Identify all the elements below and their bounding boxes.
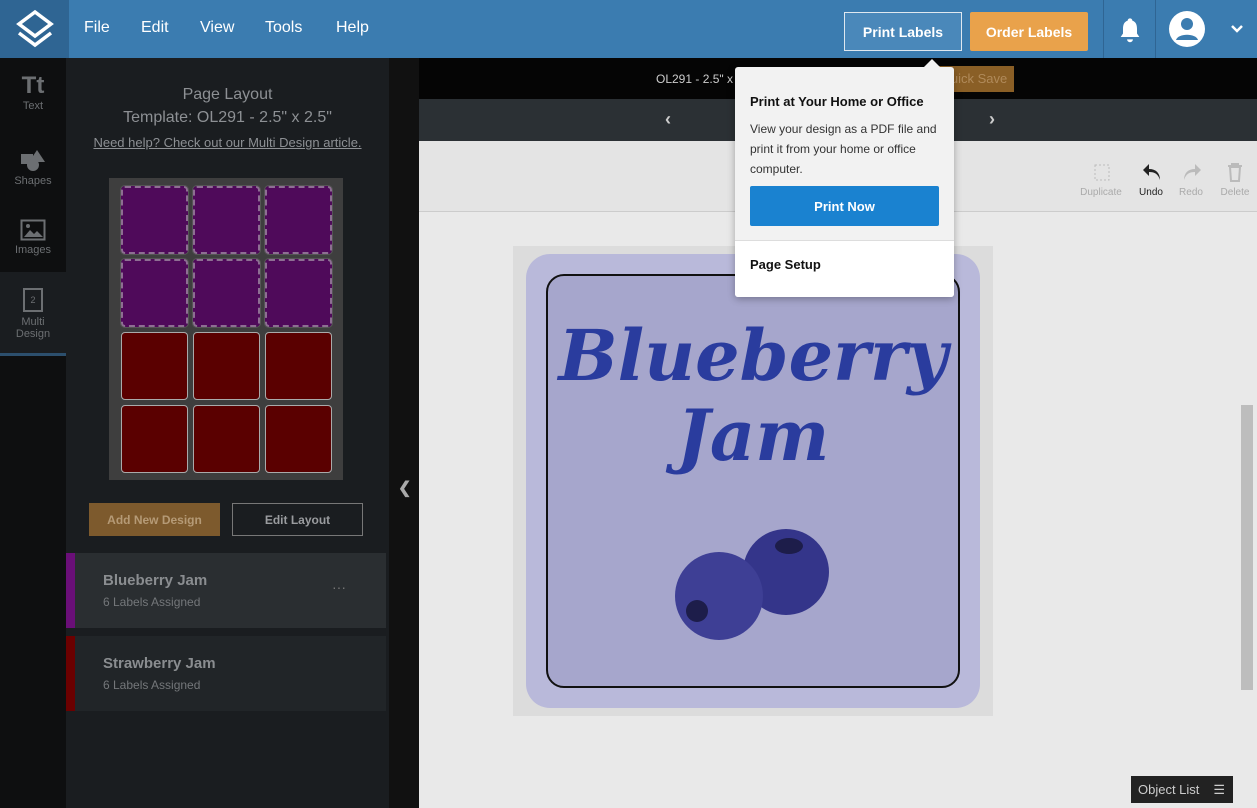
chevron-down-icon[interactable]: [1230, 24, 1244, 34]
label-slot[interactable]: [193, 332, 260, 400]
top-bar: File Edit View Tools Help Print Labels O…: [0, 0, 1257, 58]
page-setup-item[interactable]: Page Setup: [735, 240, 954, 297]
label-slot[interactable]: [192, 185, 261, 255]
print-labels-button[interactable]: Print Labels: [844, 12, 962, 51]
print-now-button[interactable]: Print Now: [750, 186, 939, 226]
bell-icon[interactable]: [1116, 16, 1144, 44]
divider: [1155, 0, 1156, 58]
redo-label: Redo: [1179, 187, 1203, 198]
popup-title: Print at Your Home or Office: [750, 94, 924, 109]
label-slot[interactable]: [120, 258, 189, 328]
page-setup-label: Page Setup: [750, 257, 821, 272]
help-link[interactable]: Need help? Check out our Multi Design ar…: [66, 135, 389, 150]
layers-icon: ☰: [1213, 782, 1225, 797]
rail-label: Shapes: [14, 175, 52, 187]
label-canvas: Blueberry Jam: [513, 246, 993, 716]
object-list-label: Object List: [1138, 782, 1200, 797]
label-slot[interactable]: [193, 405, 260, 473]
vertical-scrollbar[interactable]: [1241, 405, 1253, 690]
template-info: OL291 - 2.5" x: [656, 72, 733, 86]
undo-icon[interactable]: [1141, 162, 1163, 182]
popup-description: View your design as a PDF file and print…: [750, 122, 937, 176]
text-icon: Tt: [21, 72, 45, 99]
label-slot[interactable]: [121, 332, 188, 400]
multi-design-icon: 2: [23, 288, 43, 312]
design-assigned: 6 Labels Assigned: [103, 678, 201, 692]
rail-item-images[interactable]: Images: [0, 219, 66, 256]
print-popup: Print at Your Home or Office View your d…: [735, 59, 954, 297]
divider: [1103, 0, 1104, 58]
next-page-icon[interactable]: ›: [989, 109, 995, 130]
rail-label: Images: [14, 244, 52, 256]
duplicate-label: Duplicate: [1080, 187, 1122, 198]
collapse-panel-icon[interactable]: ❮: [398, 478, 411, 498]
menu-help[interactable]: Help: [336, 19, 369, 37]
design-name: Blueberry Jam: [103, 572, 208, 589]
design-item-blueberry[interactable]: Blueberry Jam 6 Labels Assigned ···: [66, 553, 386, 628]
template-name: Template: OL291 - 2.5" x 2.5": [123, 109, 332, 126]
menu-view[interactable]: View: [200, 19, 234, 37]
menu-edit[interactable]: Edit: [141, 19, 169, 37]
delete-label: Delete: [1220, 187, 1250, 198]
add-new-design-button[interactable]: Add New Design: [89, 503, 220, 536]
design-name: Strawberry Jam: [103, 655, 216, 672]
duplicate-icon[interactable]: [1092, 162, 1112, 182]
rail-item-shapes[interactable]: Shapes: [0, 148, 66, 187]
rail-label: Multi Design: [15, 316, 51, 340]
prev-page-icon[interactable]: ‹: [665, 109, 671, 130]
label-slot[interactable]: [265, 332, 332, 400]
label-slot[interactable]: [192, 258, 261, 328]
shapes-icon: [21, 150, 45, 171]
design-assigned: 6 Labels Assigned: [103, 595, 201, 609]
page-layout-grid: [109, 178, 343, 480]
edit-layout-button[interactable]: Edit Layout: [232, 503, 363, 536]
menu-tools[interactable]: Tools: [265, 19, 302, 37]
label-background[interactable]: Blueberry Jam: [526, 254, 980, 708]
rail-label: Text: [22, 100, 44, 112]
redo-icon[interactable]: [1181, 162, 1203, 182]
label-slot[interactable]: [120, 185, 189, 255]
image-icon: [20, 219, 46, 241]
object-list-button[interactable]: Object List ☰: [1131, 776, 1233, 803]
blueberry-image[interactable]: [671, 524, 841, 644]
label-slot[interactable]: [121, 405, 188, 473]
rail-item-text[interactable]: Tt Text: [0, 72, 66, 112]
avatar[interactable]: [1168, 10, 1206, 48]
rail-item-multi-design[interactable]: 2 Multi Design: [0, 272, 66, 356]
label-slot[interactable]: [265, 405, 332, 473]
logo-icon: [15, 9, 54, 48]
order-labels-button[interactable]: Order Labels: [970, 12, 1088, 51]
panel-title: Page Layout: [182, 86, 273, 103]
delete-icon[interactable]: [1226, 162, 1244, 182]
design-item-strawberry[interactable]: Strawberry Jam 6 Labels Assigned: [66, 636, 386, 711]
label-title-text[interactable]: Blueberry Jam: [526, 316, 980, 476]
more-options-icon[interactable]: ···: [332, 579, 346, 595]
label-slot[interactable]: [264, 185, 333, 255]
tool-rail: Tt Text Shapes Images 2 Multi Design: [0, 58, 66, 808]
label-slot[interactable]: [264, 258, 333, 328]
logo[interactable]: [0, 0, 69, 58]
menu-file[interactable]: File: [84, 19, 110, 37]
